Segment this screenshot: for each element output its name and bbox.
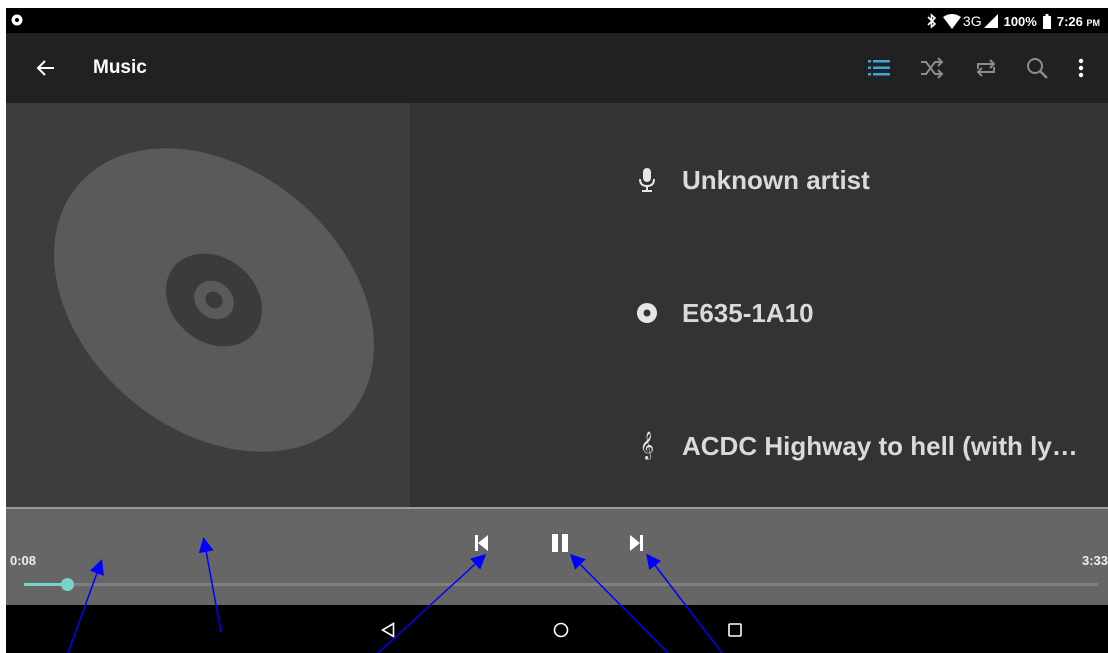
shuffle-icon[interactable] [919, 55, 945, 81]
pause-icon [552, 534, 568, 552]
nav-home-icon [553, 622, 569, 638]
album-art-placeholder-icon [6, 103, 410, 507]
album-row: E635-1A10 [634, 293, 814, 333]
pause-button[interactable] [546, 529, 574, 557]
battery-icon [1042, 13, 1051, 29]
total-duration: 3:33 [1081, 553, 1108, 568]
nav-back-icon [381, 622, 395, 638]
clock: 7:26 PM [1057, 14, 1100, 29]
network-type: 3G [962, 13, 982, 29]
status-bar: 3G 100% 7:26 PM [6, 8, 1108, 33]
playlist-icon[interactable] [866, 55, 892, 81]
wifi-icon [942, 13, 961, 29]
album-disc-icon [634, 300, 660, 326]
elapsed-time: 0:08 [10, 553, 37, 568]
nav-home-button[interactable] [546, 615, 576, 645]
notification-icon [11, 14, 23, 26]
treble-clef-icon: 𝄞 [639, 432, 655, 459]
status-indicators: 3G 100% 7:26 PM [927, 12, 1100, 30]
clock-time: 7:26 [1056, 13, 1083, 29]
skip-next-icon [630, 535, 643, 551]
microphone-icon [634, 167, 660, 193]
signal-icon [983, 14, 998, 28]
seek-thumb[interactable] [60, 578, 74, 591]
clock-ampm: PM [1086, 17, 1101, 28]
nav-recents-button[interactable] [720, 615, 750, 645]
back-arrow-icon[interactable] [34, 56, 58, 80]
next-button[interactable] [622, 529, 650, 557]
system-nav-bar [6, 605, 1108, 653]
device-screen: 3G 100% 7:26 PM Music Unknown artist E63… [6, 8, 1108, 653]
nav-recents-icon [728, 623, 742, 637]
now-playing-content: Unknown artist E635-1A10 𝄞 ACDC Highway … [6, 103, 1108, 507]
bluetooth-icon [927, 13, 937, 29]
battery-percent: 100% [1003, 13, 1037, 29]
nav-back-button[interactable] [373, 615, 403, 645]
search-icon[interactable] [1024, 55, 1050, 81]
artist-name: Unknown artist [682, 164, 870, 195]
app-bar: Music [6, 33, 1108, 103]
artist-row: Unknown artist [634, 160, 870, 200]
song-row: 𝄞 ACDC Highway to hell (with ly… [634, 426, 1078, 466]
song-title: ACDC Highway to hell (with ly… [682, 430, 1078, 461]
page-title: Music [93, 57, 147, 78]
skip-previous-icon [475, 535, 488, 551]
album-name: E635-1A10 [682, 297, 814, 328]
repeat-icon[interactable] [973, 55, 999, 81]
more-vert-icon[interactable] [1068, 55, 1094, 81]
previous-button[interactable] [468, 529, 496, 557]
seek-bar[interactable] [24, 578, 1098, 591]
player-controls: 0:08 3:33 [6, 509, 1108, 605]
